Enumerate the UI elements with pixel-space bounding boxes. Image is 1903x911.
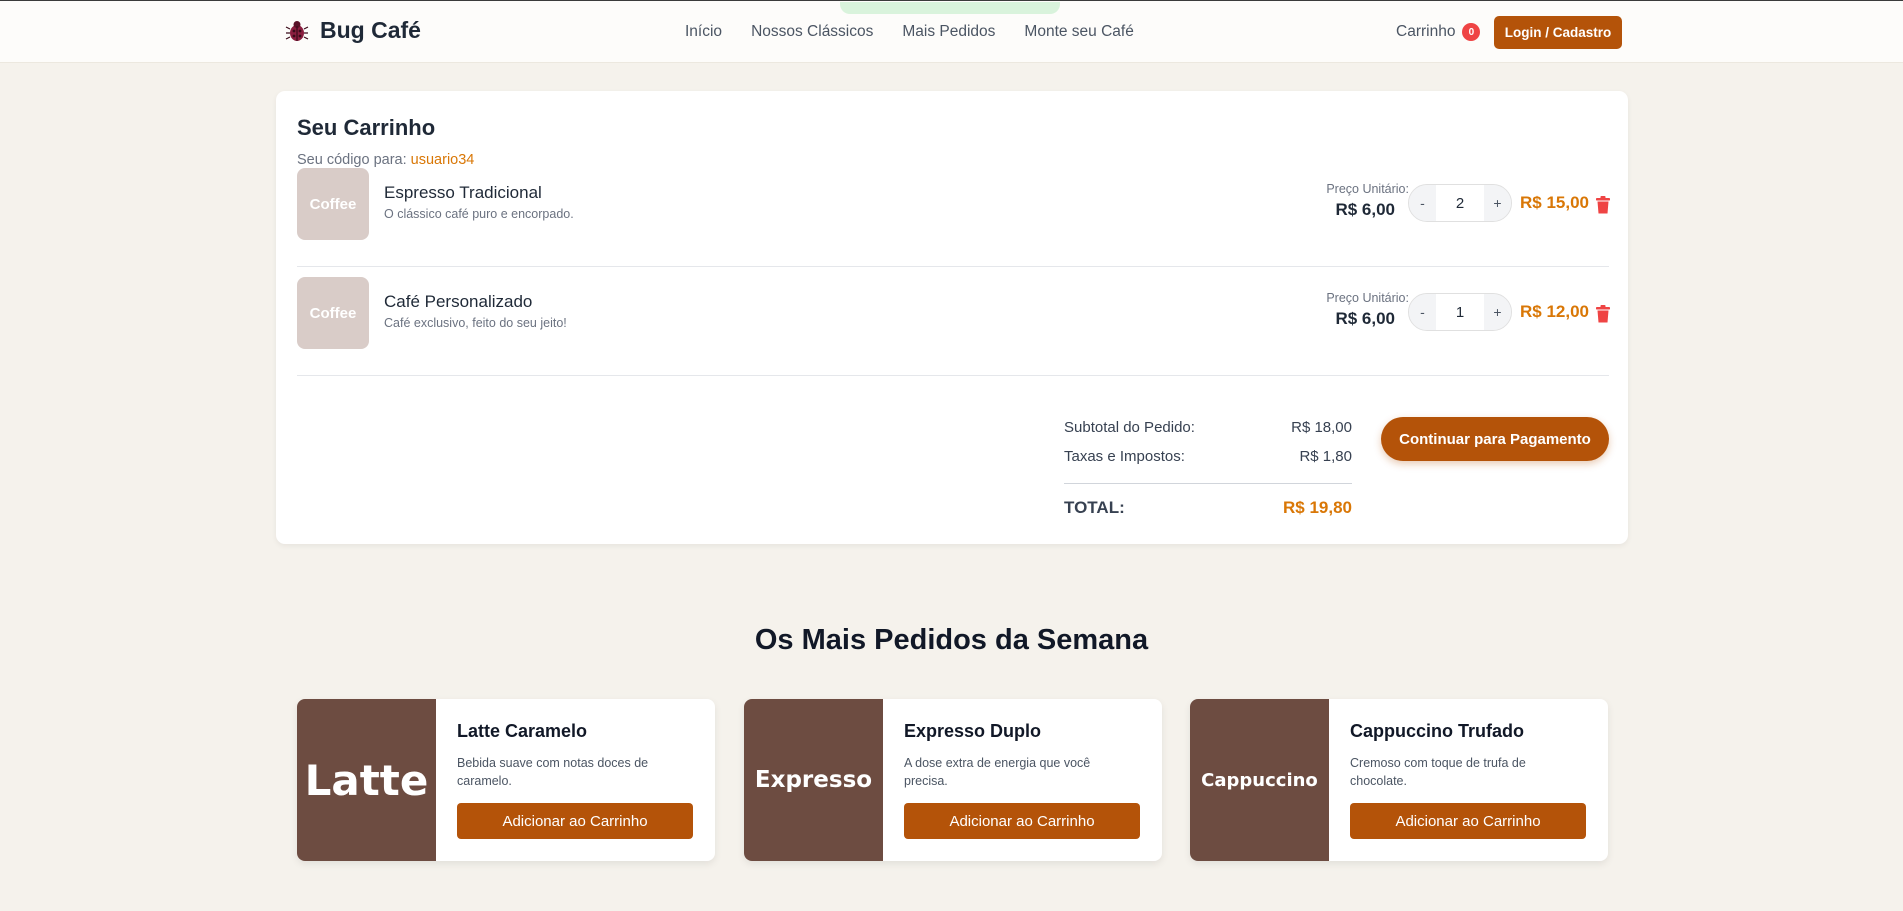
tax-value: R$ 1,80 (1299, 448, 1352, 465)
toast-notification-edge (840, 2, 1060, 14)
main-nav: Início Nossos Clássicos Mais Pedidos Mon… (685, 23, 1134, 41)
item-thumbnail: Coffee (297, 168, 369, 240)
cart-title: Seu Carrinho (297, 115, 436, 140)
unit-price-label: Preço Unitário: (1326, 182, 1409, 196)
cart-label: Carrinho (1396, 23, 1456, 40)
tax-row: Taxas e Impostos: R$ 1,80 (1064, 448, 1352, 477)
product-description: A dose extra de energia que você precisa… (904, 756, 1091, 788)
quantity-stepper: - + (1408, 184, 1512, 222)
cart-link[interactable]: Carrinho 0 (1396, 23, 1481, 41)
product-image: Cappuccino (1190, 699, 1329, 861)
decrease-quantity-button[interactable]: - (1409, 185, 1436, 221)
popular-section-title: Os Mais Pedidos da Semana (754, 624, 1149, 656)
cart-item: Coffee Espresso Tradicional O clássico c… (297, 158, 1610, 267)
brand[interactable]: Bug Café (284, 17, 421, 44)
nav-nossos-classicos[interactable]: Nossos Clássicos (751, 23, 873, 41)
bug-logo-icon (285, 20, 309, 41)
item-description: O clássico café puro e encorpado. (384, 207, 574, 221)
item-total: R$ 12,00 (1520, 302, 1589, 321)
item-name: Espresso Tradicional (384, 183, 542, 202)
product-description: Bebida suave com notas doces de caramelo… (457, 756, 649, 788)
increase-quantity-button[interactable]: + (1484, 185, 1511, 221)
continue-to-payment-button[interactable]: Continuar para Pagamento (1381, 417, 1609, 461)
nav-monte-seu-cafe[interactable]: Monte seu Café (1024, 23, 1133, 41)
cart-count-badge: 0 (1462, 23, 1481, 41)
nav-mais-pedidos[interactable]: Mais Pedidos (902, 23, 995, 41)
item-description: Café exclusivo, feito do seu jeito! (384, 316, 567, 330)
order-summary: Subtotal do Pedido: R$ 18,00 Taxas e Imp… (1064, 419, 1352, 518)
unit-price-label: Preço Unitário: (1326, 291, 1409, 305)
product-card: Latte Latte Caramelo Bebida suave com no… (297, 699, 715, 861)
total-row: TOTAL: R$ 19,80 (1064, 498, 1352, 518)
trash-icon[interactable] (1596, 196, 1610, 214)
summary-divider (1064, 483, 1352, 484)
quantity-input[interactable] (1436, 185, 1484, 221)
cart-item: Coffee Café Personalizado Café exclusivo… (297, 267, 1610, 376)
add-to-cart-button[interactable]: Adicionar ao Carrinho (904, 803, 1140, 839)
product-description: Cremoso com toque de trufa de chocolate. (1350, 756, 1526, 788)
subtotal-value: R$ 18,00 (1291, 419, 1352, 436)
product-name: Expresso Duplo (904, 721, 1042, 741)
add-to-cart-button[interactable]: Adicionar ao Carrinho (457, 803, 693, 839)
product-name: Latte Caramelo (457, 721, 588, 741)
tax-label: Taxas e Impostos: (1064, 448, 1185, 465)
subtotal-label: Subtotal do Pedido: (1064, 419, 1195, 436)
product-card: Cappuccino Cappuccino Trufado Cremoso co… (1190, 699, 1608, 861)
increase-quantity-button[interactable]: + (1484, 294, 1511, 330)
item-total: R$ 15,00 (1520, 193, 1589, 212)
total-value: R$ 19,80 (1283, 498, 1352, 517)
add-to-cart-button[interactable]: Adicionar ao Carrinho (1350, 803, 1586, 839)
subtotal-row: Subtotal do Pedido: R$ 18,00 (1064, 419, 1352, 448)
unit-price: R$ 6,00 (1335, 200, 1395, 219)
quantity-stepper: - + (1408, 293, 1512, 331)
decrease-quantity-button[interactable]: - (1409, 294, 1436, 330)
unit-price: R$ 6,00 (1335, 309, 1395, 328)
product-name: Cappuccino Trufado (1350, 721, 1525, 741)
product-card: Expresso Expresso Duplo A dose extra de … (744, 699, 1162, 861)
login-signup-button[interactable]: Login / Cadastro (1494, 16, 1622, 49)
nav-inicio[interactable]: Início (685, 23, 722, 41)
quantity-input[interactable] (1436, 294, 1484, 330)
total-label: TOTAL: (1064, 498, 1125, 517)
cart-card: Seu Carrinho Seu código para: usuario34 … (276, 91, 1628, 544)
item-name: Café Personalizado (384, 292, 533, 311)
trash-icon[interactable] (1596, 305, 1610, 323)
product-image: Latte (297, 699, 436, 861)
brand-name: Bug Café (320, 17, 421, 43)
site-header: Bug Café Início Nossos Clássicos Mais Pe… (0, 1, 1903, 63)
product-image: Expresso (744, 699, 883, 861)
item-thumbnail: Coffee (297, 277, 369, 349)
